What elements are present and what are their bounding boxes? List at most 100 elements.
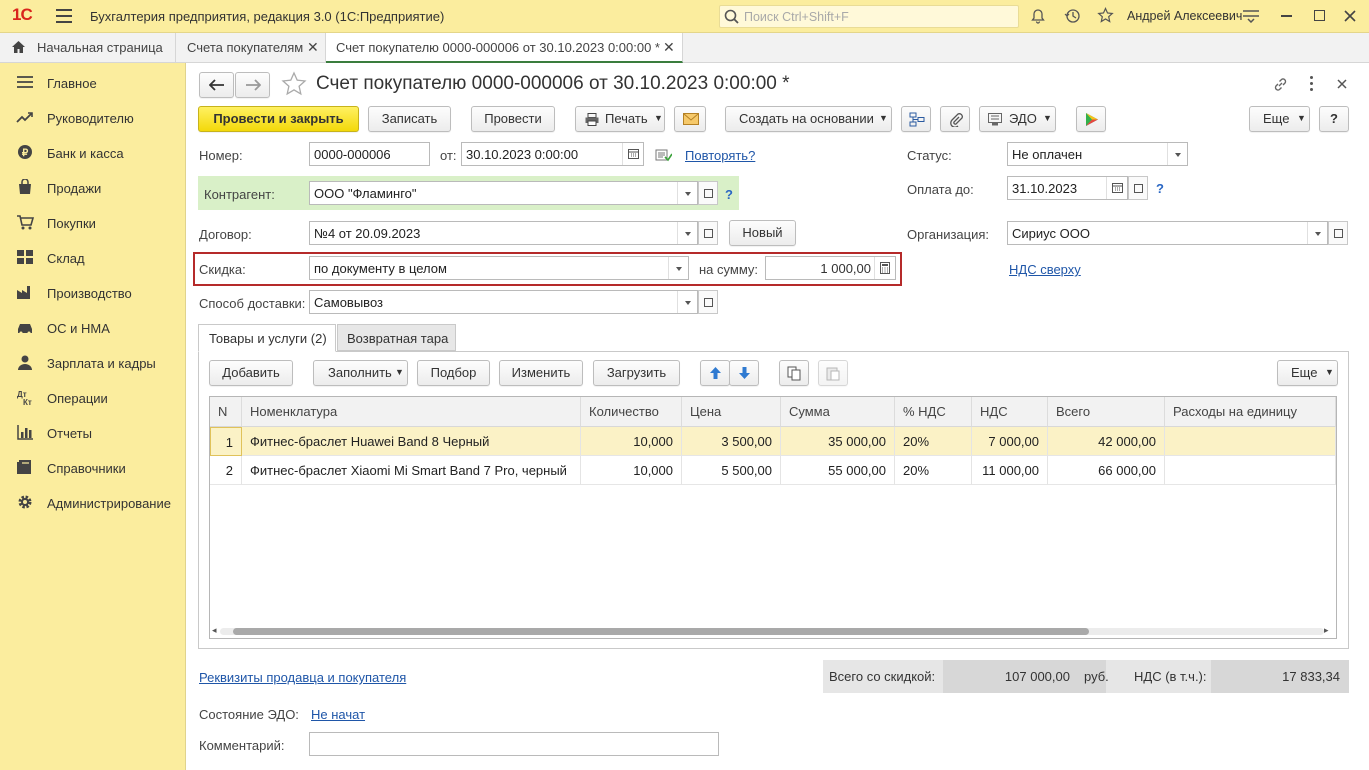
star-icon[interactable] xyxy=(1097,7,1114,24)
column-header[interactable]: Всего xyxy=(1048,397,1165,427)
column-header[interactable]: Сумма xyxy=(781,397,895,427)
table-cell-qty[interactable]: 10,000 xyxy=(581,456,682,485)
table-cell-total[interactable]: 66 000,00 xyxy=(1048,456,1165,485)
print-button[interactable]: Печать ▼ xyxy=(575,106,665,132)
table-cell-price[interactable]: 5 500,00 xyxy=(682,456,781,485)
table-cell-cost[interactable] xyxy=(1165,456,1336,485)
sidebar-item-5[interactable]: Склад xyxy=(0,240,186,274)
sidebar-item-2[interactable]: ₽ Банк и касса xyxy=(0,135,186,169)
table-cell-name[interactable]: Фитнес-браслет Huawei Band 8 Черный xyxy=(242,427,581,456)
open-counterparty-icon[interactable] xyxy=(698,181,718,205)
link-icon[interactable] xyxy=(1272,76,1289,93)
discount-mode-select[interactable]: по документу в целом xyxy=(309,256,689,280)
sidebar-item-8[interactable]: Зарплата и кадры xyxy=(0,345,186,379)
maximize-icon[interactable] xyxy=(1314,10,1325,21)
edo-button[interactable]: ЭДО ▼ xyxy=(979,106,1056,132)
org-field[interactable]: Сириус ООО xyxy=(1007,221,1328,245)
sidebar-item-7[interactable]: ОС и НМА xyxy=(0,310,186,344)
table-cell-vat[interactable]: 11 000,00 xyxy=(972,456,1048,485)
calendar-icon[interactable] xyxy=(622,143,643,165)
table-cell-cost[interactable] xyxy=(1165,427,1336,456)
column-header[interactable]: Номенклатура xyxy=(242,397,581,427)
post-button[interactable]: Провести xyxy=(471,106,555,132)
counterparty-help-icon[interactable]: ? xyxy=(725,187,733,202)
load-button[interactable]: Загрузить xyxy=(593,360,680,386)
repeat-doc-icon[interactable] xyxy=(655,147,672,163)
calendar-icon[interactable] xyxy=(1106,177,1127,199)
column-header[interactable]: % НДС xyxy=(895,397,972,427)
main-menu-icon[interactable] xyxy=(56,9,72,23)
calculator-icon[interactable] xyxy=(874,257,895,279)
minimize-icon[interactable] xyxy=(1281,15,1292,17)
pick-button[interactable]: Подбор xyxy=(417,360,490,386)
sidebar-item-0[interactable]: Главное xyxy=(0,65,186,99)
structure-button[interactable] xyxy=(901,106,931,132)
table-cell-n[interactable]: 2 xyxy=(210,456,242,485)
table-cell-sum[interactable]: 35 000,00 xyxy=(781,427,895,456)
clear-date-icon[interactable] xyxy=(1128,176,1148,200)
add-row-button[interactable]: Добавить xyxy=(209,360,293,386)
paste-button[interactable] xyxy=(818,360,848,386)
subtab-returnable-tare[interactable]: Возвратная тара xyxy=(337,324,456,351)
move-up-button[interactable] xyxy=(700,360,730,386)
scroll-left-icon[interactable]: ◂ xyxy=(212,625,217,636)
close-icon[interactable]: ✕ xyxy=(307,39,319,56)
favorite-star-icon[interactable] xyxy=(281,71,307,97)
requisites-link[interactable]: Реквизиты продавца и покупателя xyxy=(199,670,406,685)
post-and-close-button[interactable]: Провести и закрыть xyxy=(198,106,359,132)
column-header[interactable]: Цена xyxy=(682,397,781,427)
contract-field[interactable]: №4 от 20.09.2023 xyxy=(309,221,698,245)
sidebar-item-9[interactable]: Дт Кт Операции xyxy=(0,380,186,414)
table-cell-sum[interactable]: 55 000,00 xyxy=(781,456,895,485)
discount-sum-field[interactable]: 1 000,00 xyxy=(765,256,896,280)
column-header[interactable]: N xyxy=(210,397,242,427)
open-delivery-icon[interactable] xyxy=(698,290,718,314)
tab-home[interactable]: Начальная страница xyxy=(0,33,176,63)
chevron-down-icon[interactable] xyxy=(1307,222,1327,244)
tab-invoice-document[interactable]: Счет покупателю 0000-000006 от 30.10.202… xyxy=(326,33,683,63)
close-icon[interactable]: ✕ xyxy=(663,39,675,56)
delivery-select[interactable]: Самовывоз xyxy=(309,290,698,314)
bell-icon[interactable] xyxy=(1030,8,1046,24)
tab-invoices[interactable]: Счета покупателям ✕ xyxy=(176,33,326,63)
table-cell-qty[interactable]: 10,000 xyxy=(581,427,682,456)
chevron-down-icon[interactable] xyxy=(668,257,688,279)
open-contract-icon[interactable] xyxy=(698,221,718,245)
pay-until-help-icon[interactable]: ? xyxy=(1156,181,1164,196)
sidebar-item-10[interactable]: Отчеты xyxy=(0,415,186,449)
pay-until-field[interactable]: 31.10.2023 xyxy=(1007,176,1128,200)
column-header[interactable]: Расходы на единицу xyxy=(1165,397,1336,427)
sidebar-item-11[interactable]: Справочники xyxy=(0,450,186,484)
table-more-button[interactable]: Еще ▼ xyxy=(1277,360,1338,386)
sidebar-item-1[interactable]: Руководителю xyxy=(0,100,186,134)
horizontal-scrollbar[interactable] xyxy=(220,628,1324,635)
subtab-goods[interactable]: Товары и услуги (2) xyxy=(198,324,336,352)
status-select[interactable]: Не оплачен xyxy=(1007,142,1188,166)
fill-button[interactable]: Заполнить ▼ xyxy=(313,360,408,386)
create-based-on-button[interactable]: Создать на основании ▼ xyxy=(725,106,892,132)
user-name[interactable]: Андрей Алексеевич xyxy=(1127,9,1242,23)
vat-on-top-link[interactable]: НДС сверху xyxy=(1009,262,1081,277)
play-service-button[interactable] xyxy=(1076,106,1106,132)
table-cell-total[interactable]: 42 000,00 xyxy=(1048,427,1165,456)
more-button[interactable]: Еще ▼ xyxy=(1249,106,1310,132)
back-button[interactable] xyxy=(199,72,234,98)
save-button[interactable]: Записать xyxy=(368,106,451,132)
column-header[interactable]: НДС xyxy=(972,397,1048,427)
chevron-down-icon[interactable] xyxy=(1167,143,1187,165)
more-actions-icon[interactable] xyxy=(1310,76,1313,92)
comment-field[interactable] xyxy=(309,732,719,756)
date-field[interactable]: 30.10.2023 0:00:00 xyxy=(461,142,644,166)
forward-button[interactable] xyxy=(235,72,270,98)
chevron-down-icon[interactable] xyxy=(677,291,697,313)
copy-button[interactable] xyxy=(779,360,809,386)
close-window-icon[interactable] xyxy=(1344,10,1356,22)
table-cell-price[interactable]: 3 500,00 xyxy=(682,427,781,456)
help-button[interactable]: ? xyxy=(1319,106,1349,132)
sidebar-item-12[interactable]: Администрирование xyxy=(0,485,186,519)
search-input[interactable]: Поиск Ctrl+Shift+F xyxy=(719,5,1019,28)
chevron-down-icon[interactable] xyxy=(677,222,697,244)
close-form-icon[interactable] xyxy=(1337,79,1347,89)
sidebar-item-4[interactable]: Покупки xyxy=(0,205,186,239)
number-field[interactable]: 0000-000006 xyxy=(309,142,430,166)
